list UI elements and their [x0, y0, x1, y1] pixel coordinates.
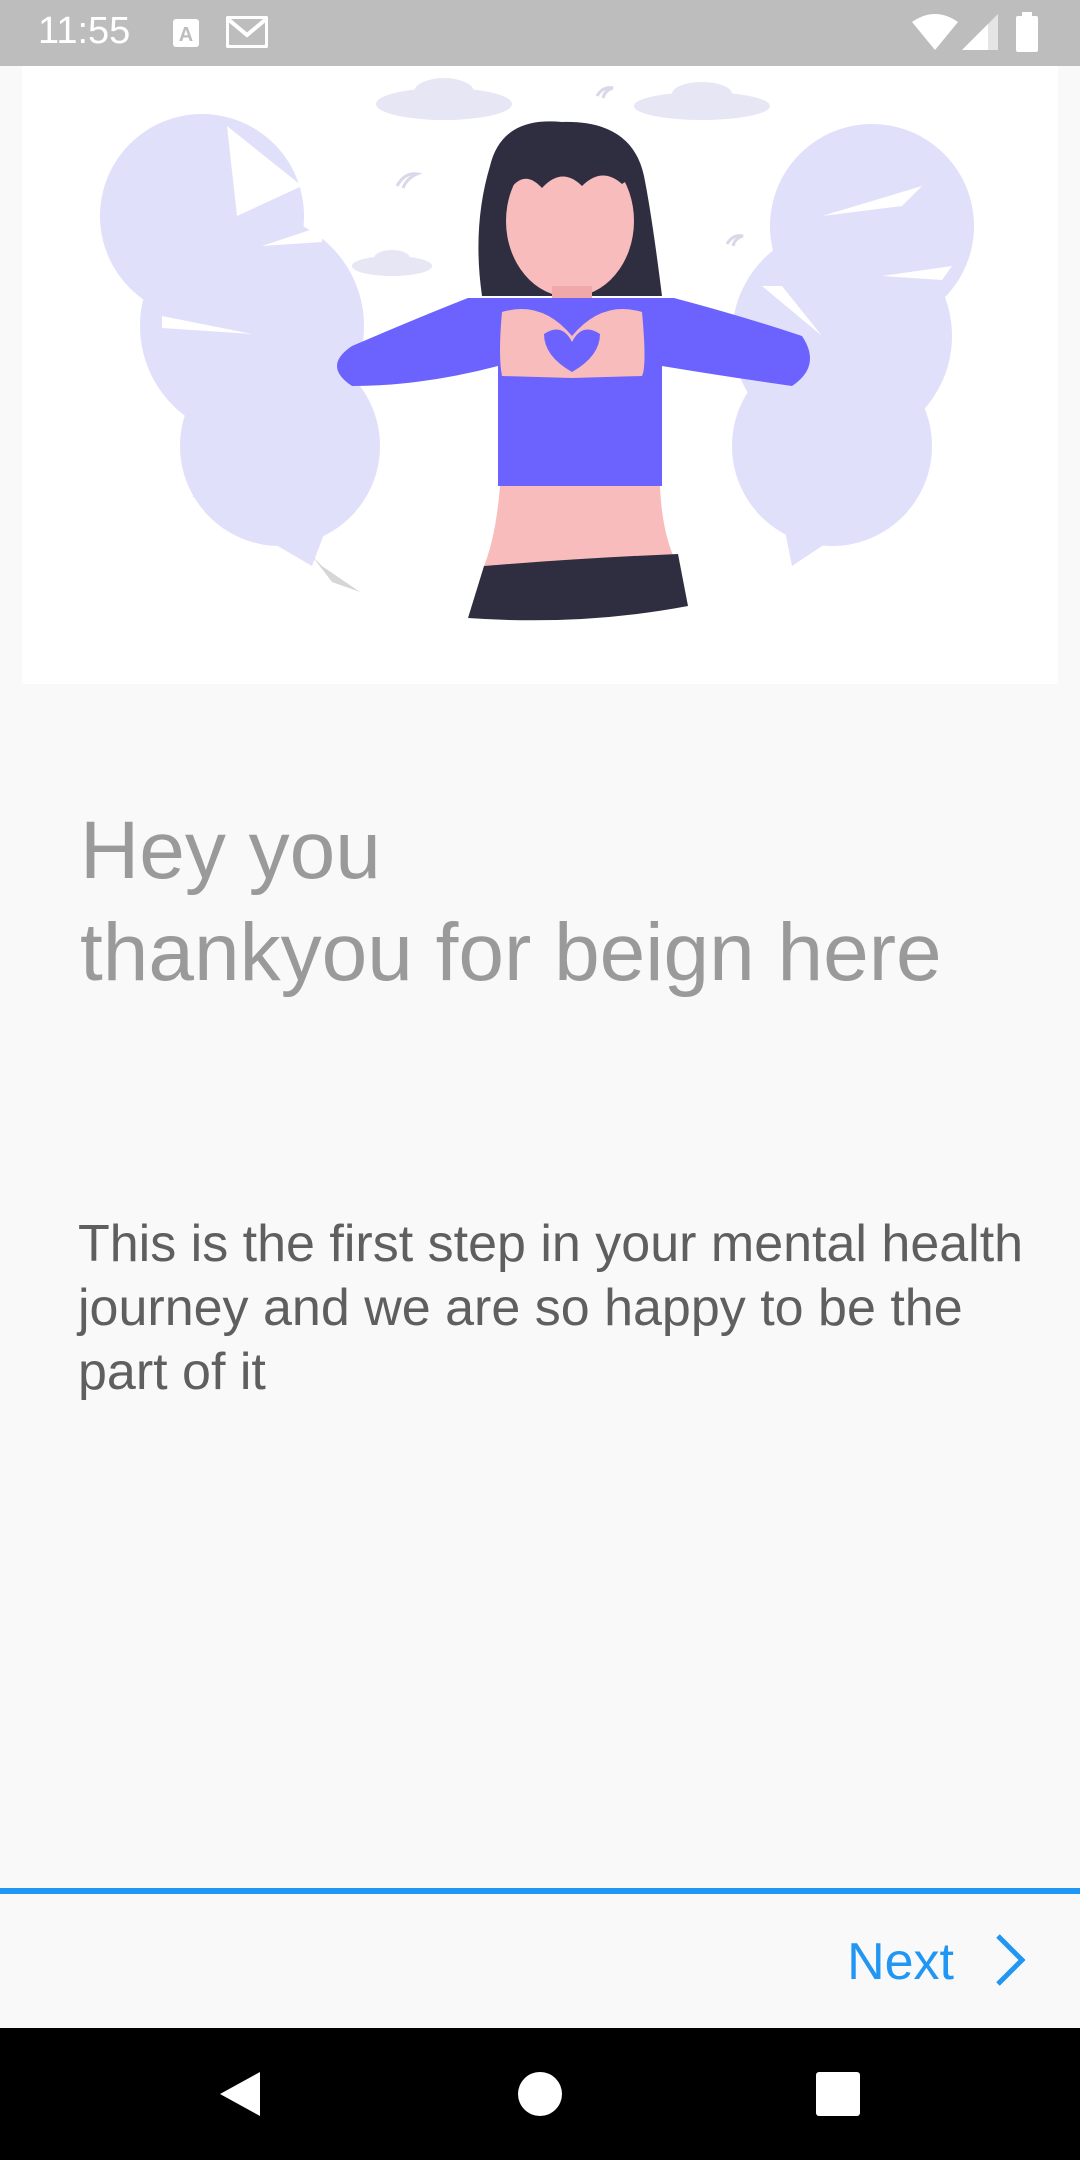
back-icon[interactable] [212, 2064, 272, 2124]
battery-icon [1016, 12, 1038, 57]
headline-line-1: Hey you [80, 805, 381, 896]
hero-card [22, 66, 1058, 684]
home-icon[interactable] [510, 2064, 570, 2124]
recents-icon[interactable] [808, 2064, 868, 2124]
headline-line-2: thankyou for beign here [80, 907, 942, 998]
status-time: 11:55 [38, 10, 131, 52]
next-button[interactable]: Next [847, 1930, 1028, 1994]
cell-signal-icon [962, 14, 998, 55]
svg-text:A: A [179, 24, 193, 46]
gmail-icon [225, 15, 269, 53]
body-text: This is the first step in your mental he… [78, 1215, 1024, 1401]
wifi-icon [912, 14, 958, 55]
bottom-bar: Next [0, 1894, 1080, 2028]
headline: Hey you thankyou for beign here [80, 800, 1040, 1004]
status-bar: 11:55 A [0, 0, 1080, 66]
text-a-icon: A [172, 18, 200, 53]
chevron-right-icon [992, 1932, 1028, 1993]
next-label: Next [847, 1933, 954, 1991]
woman-heart-hands-illustration [100, 78, 974, 621]
nav-bar [0, 2028, 1080, 2160]
